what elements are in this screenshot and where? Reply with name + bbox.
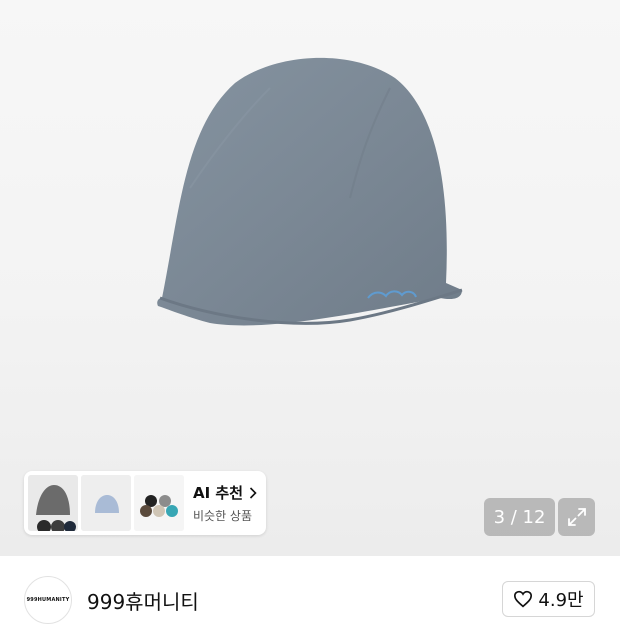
brand-logo-text: 999HUMANITY xyxy=(26,597,70,603)
heart-icon xyxy=(514,590,533,608)
ai-recommendation-title: AI 추천 xyxy=(193,484,244,502)
like-count: 4.9만 xyxy=(538,590,584,611)
image-page-indicator: 3 / 12 xyxy=(484,498,555,536)
brand-name[interactable]: 999휴머니티 xyxy=(87,586,199,615)
ai-recommendation-subtitle: 비슷한 상품 xyxy=(193,509,253,523)
expand-image-button[interactable] xyxy=(558,498,595,536)
reco-thumbnail-2 xyxy=(81,475,131,531)
reco-thumbnail-3 xyxy=(134,475,184,531)
reco-thumbnail-1 xyxy=(28,475,78,531)
product-image-gallery[interactable]: AI 추천 비슷한 상품 3 / 12 xyxy=(0,0,620,556)
product-image-beanie xyxy=(157,57,463,326)
expand-icon xyxy=(567,508,586,526)
brand-logo[interactable]: 999HUMANITY xyxy=(24,576,72,624)
chevron-right-icon xyxy=(249,486,257,499)
ai-recommendation-card[interactable]: AI 추천 비슷한 상품 xyxy=(24,471,266,535)
like-button[interactable]: 4.9만 xyxy=(502,581,595,617)
